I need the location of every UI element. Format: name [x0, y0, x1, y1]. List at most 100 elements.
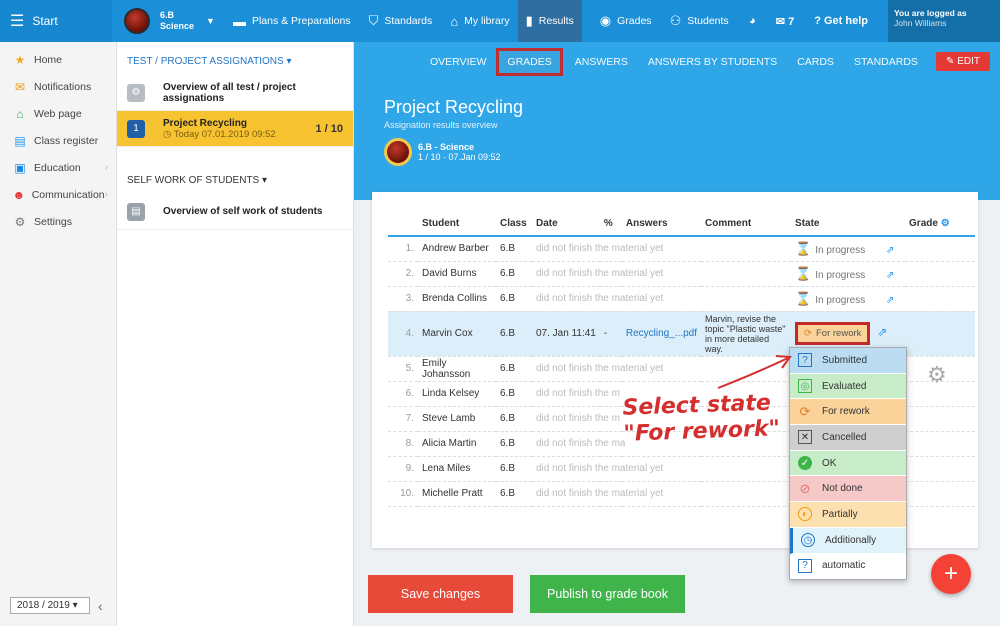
option-partially[interactable]: ◐ Partially [790, 502, 906, 528]
class-name: 6.B [160, 10, 175, 20]
grade-cell[interactable] [905, 431, 976, 457]
comment-cell[interactable] [701, 261, 792, 287]
comment-cell[interactable] [701, 481, 792, 507]
percent-cell: - [599, 311, 622, 357]
option-label: Additionally [825, 534, 877, 546]
nav-standards[interactable]: ⛉ Standards [369, 0, 433, 42]
nav-students-label: Students [687, 15, 729, 27]
evaluated-icon: ◎ [798, 379, 812, 394]
self-work-item[interactable]: ▤ Overview of self work of students [117, 194, 353, 230]
sidebar-item-settings[interactable]: ⚙ Settings [0, 208, 116, 235]
nav-library[interactable]: ⌂ My library [450, 0, 509, 42]
page-subtitle: Assignation results overview [384, 120, 498, 130]
assignment-title: Project Recycling [163, 117, 247, 129]
nav-plans[interactable]: ▬ Plans & Preparations [233, 0, 351, 42]
option-additionally[interactable]: ◷ Additionally [790, 527, 906, 554]
state-cell[interactable]: ⌛ In progress ⇗ [791, 236, 906, 262]
option-for-rework[interactable]: ⟳ For rework [790, 399, 906, 426]
sidebar-item-communication[interactable]: ☻ Communication › [0, 181, 116, 208]
refresh-icon: ⟳ [799, 403, 811, 419]
external-link-icon[interactable]: ⇗ [886, 245, 894, 256]
grade-cell[interactable] [905, 261, 976, 287]
year-selector-wrap: 2018 / 2019 ▾ ‹ [10, 597, 103, 614]
option-automatic[interactable]: ? automatic [790, 553, 906, 580]
nav-grades[interactable]: ◉ Grades [600, 0, 652, 42]
col-grade[interactable]: Grade ⚙ [905, 218, 976, 237]
assignment-item-selected[interactable]: 1 Project Recycling ◷ Today 07.01.2019 0… [117, 111, 353, 147]
grade-cell[interactable] [905, 236, 976, 262]
tab-grades[interactable]: GRADES [496, 48, 563, 76]
tab-standards[interactable]: STANDARDS [854, 51, 918, 73]
assignment-number: 1 [127, 119, 145, 138]
state-cell[interactable]: ⌛ In progress ⇗ [791, 261, 906, 287]
comment-cell[interactable] [701, 456, 792, 482]
tab-answers[interactable]: ANSWERS [575, 51, 628, 73]
nav-results[interactable]: ▮ Results [517, 0, 582, 42]
state-select[interactable]: ⟳ For rework [795, 322, 871, 345]
top-bar: ☰ Start 6.B Science ▼ ▬ Plans & Preparati… [0, 0, 1000, 42]
mail-button[interactable]: ✉ 7 [776, 15, 794, 28]
option-label: Not done [822, 483, 863, 495]
school-year-select[interactable]: 2018 / 2019 ▾ [10, 597, 90, 614]
help-button[interactable]: ? Get help [814, 15, 868, 27]
sidebar-item-webpage[interactable]: ⌂ Web page [0, 100, 116, 127]
publish-button[interactable]: Publish to grade book [530, 575, 685, 613]
start-button[interactable]: ☰ Start [0, 0, 112, 42]
external-link-icon[interactable]: ⇗ [877, 325, 887, 339]
student-class: 6.B [496, 406, 532, 432]
sidebar-item-notifications[interactable]: ✉ Notifications [0, 73, 116, 100]
table-row: 2. David Burns 6.B did not finish the ma… [388, 261, 976, 287]
add-fab-button[interactable]: + [931, 554, 971, 594]
comment-field[interactable]: Marvin, revise the topic "Plastic waste"… [701, 311, 792, 357]
option-label: OK [822, 457, 837, 469]
tab-cards[interactable]: CARDS [797, 51, 834, 73]
x-box-icon: ✕ [798, 430, 812, 445]
overview-all-item[interactable]: ⚙ Overview of all test / project assigna… [117, 75, 353, 111]
nav-students[interactable]: ⚇ Students [670, 0, 729, 42]
tab-overview[interactable]: OVERVIEW [430, 51, 486, 73]
option-not-done[interactable]: ⊘ Not done [790, 476, 906, 503]
comment-cell[interactable] [701, 236, 792, 262]
grade-cell[interactable] [905, 286, 976, 312]
menu-icon[interactable]: ☰ [10, 11, 24, 31]
sidebar-item-home[interactable]: ★ Home [0, 46, 116, 73]
option-evaluated[interactable]: ◎ Evaluated [790, 373, 906, 400]
grade-cell[interactable] [905, 311, 976, 357]
external-link-icon[interactable]: ⇗ [886, 295, 894, 306]
row-number: 8. [388, 431, 418, 457]
state-cell[interactable]: ⌛ In progress ⇗ [791, 286, 906, 312]
option-submitted[interactable]: ? Submitted [790, 348, 906, 374]
table-row: 1. Andrew Barber 6.B did not finish the … [388, 236, 976, 262]
chat-icon[interactable]: ◕ [749, 15, 756, 27]
class-selector[interactable]: 6.B Science ▼ [124, 8, 215, 34]
edit-button[interactable]: ✎ EDIT [936, 52, 990, 71]
option-cancelled[interactable]: ✕ Cancelled [790, 425, 906, 451]
date-cell: did not finish the material yet [532, 286, 702, 312]
state-label: In progress [815, 269, 866, 281]
chevron-down-icon[interactable]: ▼ [206, 16, 215, 26]
grade-cell[interactable] [905, 481, 976, 507]
option-ok[interactable]: ✓ OK [790, 450, 906, 477]
annotation-text: Select state "For rework" [622, 390, 780, 447]
grade-cell[interactable] [905, 456, 976, 482]
collapse-chevron-icon[interactable]: ‹ [98, 598, 103, 614]
sidebar-item-label: Education [34, 161, 81, 174]
gear-icon[interactable]: ⚙ [941, 218, 950, 229]
start-label: Start [32, 14, 58, 28]
external-link-icon[interactable]: ⇗ [886, 270, 894, 281]
tab-answers-by-students[interactable]: ANSWERS BY STUDENTS [648, 51, 777, 73]
self-work-header[interactable]: SELF WORK OF STUDENTS ▾ [117, 147, 353, 194]
user-menu[interactable]: You are logged as John Williams [888, 0, 1000, 42]
save-changes-button[interactable]: Save changes [368, 575, 513, 613]
grade-cell[interactable] [905, 406, 976, 432]
sidebar-item-class-register[interactable]: ▤ Class register [0, 127, 116, 154]
class-subject: Science [160, 21, 195, 31]
option-label: Submitted [822, 354, 868, 366]
answer-file-link[interactable]: Recycling_...pdf [621, 311, 702, 357]
comment-cell[interactable] [701, 286, 792, 312]
student-name: Andrew Barber [418, 236, 496, 262]
option-label: Partially [822, 508, 858, 520]
assignations-header[interactable]: TEST / PROJECT ASSIGNATIONS ▾ [117, 42, 353, 75]
gear-icon[interactable]: ⚙ [927, 362, 947, 388]
sidebar-item-education[interactable]: ▣ Education › [0, 154, 116, 181]
